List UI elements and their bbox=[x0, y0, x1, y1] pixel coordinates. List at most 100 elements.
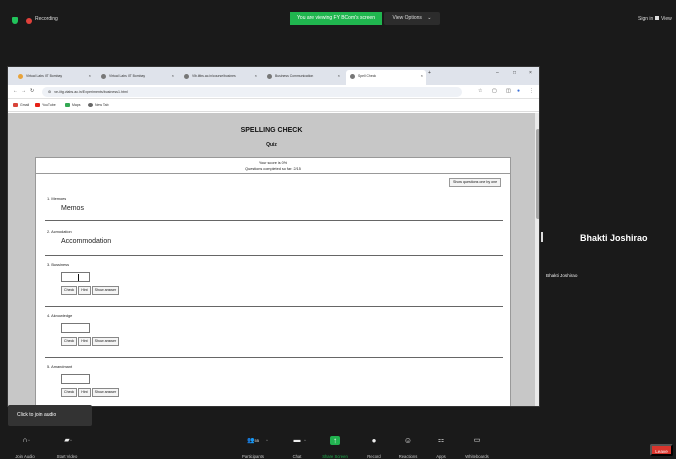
toolbar-label: Whiteboards bbox=[465, 454, 489, 459]
browser-tab[interactable]: Virtual Labs IIT Bombay × bbox=[97, 70, 177, 85]
browser-tab-active[interactable]: Spell Check × bbox=[346, 70, 426, 85]
security-shield-icon[interactable] bbox=[12, 17, 18, 24]
browser-tab[interactable]: Business Communication × bbox=[263, 70, 343, 85]
join-audio-button[interactable]: ∩ ^ Join Audio bbox=[10, 436, 40, 459]
answer-input[interactable] bbox=[61, 323, 90, 333]
chevron-up-icon[interactable]: ^ bbox=[70, 438, 72, 443]
site-info-icon[interactable]: ⚙ bbox=[48, 90, 51, 94]
extensions-icon[interactable]: ▢ bbox=[492, 88, 497, 94]
bookmarks-bar: Gmail YouTube Maps New Tab bbox=[8, 100, 539, 112]
question-word: 4. Aknowledge bbox=[47, 313, 73, 318]
back-arrow-icon[interactable]: ← bbox=[13, 88, 18, 94]
sidepanel-icon[interactable]: ◫ bbox=[506, 88, 511, 94]
quiz-panel: Your score is 0% Questions completed so … bbox=[35, 157, 511, 406]
chevron-up-icon[interactable]: ^ bbox=[304, 438, 306, 443]
answer-input[interactable] bbox=[61, 272, 90, 282]
show-one-by-one-button[interactable]: Show questions one by one bbox=[449, 178, 502, 187]
page-subtitle: Quiz bbox=[266, 142, 277, 148]
chat-button[interactable]: ▬ ^ Chat bbox=[286, 436, 308, 459]
recording-label: Recording bbox=[35, 16, 58, 22]
apps-icon: ⚏ bbox=[437, 437, 445, 444]
reload-icon[interactable]: ↻ bbox=[30, 88, 34, 94]
view-options-button[interactable]: View Options ⌄ bbox=[384, 12, 440, 25]
toolbar-label: Join Audio bbox=[15, 454, 35, 459]
question-answer: Accommodation bbox=[61, 238, 112, 245]
window-close-button[interactable]: × bbox=[529, 70, 532, 76]
check-button[interactable]: Check bbox=[61, 337, 78, 346]
question-answer: Memos bbox=[61, 205, 84, 212]
new-tab-button[interactable]: + bbox=[428, 70, 431, 76]
page-scrollbar[interactable] bbox=[535, 113, 539, 406]
reactions-button[interactable]: ☺ Reactions bbox=[395, 436, 421, 459]
bookmark-star-icon[interactable]: ☆ bbox=[478, 88, 482, 94]
tab-favicon-icon bbox=[267, 73, 272, 79]
question-buttons: Check Hint Show answer bbox=[61, 337, 120, 346]
hint-button[interactable]: Hint bbox=[78, 388, 91, 397]
minimize-button[interactable]: – bbox=[496, 70, 499, 76]
bookmark-youtube[interactable]: YouTube bbox=[35, 103, 56, 108]
tab-favicon-icon bbox=[350, 73, 355, 79]
bookmark-new-tab[interactable]: New Tab bbox=[88, 103, 109, 108]
sign-in-link[interactable]: Sign in bbox=[638, 16, 653, 22]
share-screen-button[interactable]: ↑ Share Screen bbox=[320, 436, 350, 459]
url-input[interactable]: ⚙ ve-iitg.vlabs.ac.in/Experiments/busines… bbox=[42, 87, 462, 97]
meeting-toolbar: ∩ ^ Join Audio ▰ ^ Start Video 👥55 ^ Par… bbox=[0, 432, 676, 459]
tab-close-icon[interactable]: × bbox=[172, 70, 174, 82]
tab-favicon-icon bbox=[184, 73, 189, 79]
share-screen-icon: ↑ bbox=[330, 436, 340, 445]
bookmark-label: New Tab bbox=[95, 103, 109, 107]
question-buttons: Check Hint Show answer bbox=[61, 388, 120, 397]
tab-close-icon[interactable]: × bbox=[421, 70, 423, 82]
show-answer-button[interactable]: Show answer bbox=[91, 337, 120, 346]
text-cursor-icon bbox=[78, 274, 80, 281]
forward-arrow-icon[interactable]: → bbox=[21, 88, 26, 94]
view-button[interactable]: View bbox=[655, 16, 672, 22]
question-word: 3. Bussiness bbox=[47, 262, 70, 267]
bookmark-gmail[interactable]: Gmail bbox=[13, 103, 29, 108]
record-button[interactable]: ● Record bbox=[362, 436, 386, 459]
apps-button[interactable]: ⚏ Apps bbox=[431, 436, 451, 459]
speaker-indicator bbox=[541, 232, 543, 242]
browser-menu-icon[interactable]: ⋮ bbox=[529, 88, 534, 94]
bookmark-maps[interactable]: Maps bbox=[65, 103, 81, 108]
tab-label: Virtual Labs IIT Bombay bbox=[109, 74, 146, 78]
tab-close-icon[interactable]: × bbox=[89, 70, 91, 82]
show-answer-button[interactable]: Show answer bbox=[91, 388, 120, 397]
profile-avatar-icon[interactable]: ● bbox=[517, 88, 520, 94]
hint-button[interactable]: Hint bbox=[78, 337, 91, 346]
whiteboards-button[interactable]: ▭ Whiteboards bbox=[460, 436, 494, 459]
participants-button[interactable]: 👥55 ^ Participants bbox=[236, 436, 270, 459]
question-word: 5. Amandmant bbox=[47, 364, 73, 369]
chevron-up-icon[interactable]: ^ bbox=[28, 438, 30, 443]
chevron-up-icon[interactable]: ^ bbox=[266, 438, 268, 443]
restore-button[interactable]: □ bbox=[513, 70, 516, 76]
bookmark-label: YouTube bbox=[42, 103, 56, 107]
join-audio-tooltip[interactable]: Click to join audio bbox=[8, 405, 92, 426]
participant-thumbnail-name[interactable]: Bhakti Joshirao bbox=[546, 273, 577, 278]
viewing-screen-banner: You are viewing FY BCom's screen bbox=[290, 12, 382, 25]
scrollbar-thumb[interactable] bbox=[536, 129, 539, 219]
browser-tab[interactable]: Virtual Labs IIT Bombay × bbox=[14, 70, 94, 85]
check-button[interactable]: Check bbox=[61, 388, 78, 397]
browser-tab[interactable]: Vlb.iitbs.ac.in/course/busines × bbox=[180, 70, 260, 85]
youtube-icon bbox=[35, 103, 40, 108]
shared-browser-window: Virtual Labs IIT Bombay × Virtual Labs II… bbox=[7, 66, 540, 407]
start-video-button[interactable]: ▰ ^ Start Video bbox=[52, 436, 82, 459]
leave-button[interactable]: Leave bbox=[650, 444, 673, 456]
tab-label: Virtual Labs IIT Bombay bbox=[26, 74, 63, 78]
tab-label: Vlb.iitbs.ac.in/course/busines bbox=[192, 74, 236, 78]
tab-close-icon[interactable]: × bbox=[255, 70, 257, 82]
active-speaker-name: Bhakti Joshirao bbox=[580, 233, 648, 243]
divider bbox=[45, 357, 503, 358]
tab-close-icon[interactable]: × bbox=[338, 70, 340, 82]
score-text: Your score is 0% bbox=[258, 161, 288, 165]
hint-button[interactable]: Hint bbox=[78, 286, 91, 295]
answer-input[interactable] bbox=[61, 374, 90, 384]
record-icon: ● bbox=[371, 436, 377, 445]
toolbar-label: Record bbox=[367, 454, 381, 459]
check-button[interactable]: Check bbox=[61, 286, 78, 295]
zoom-meeting-window: Recording You are viewing FY BCom's scre… bbox=[0, 0, 676, 459]
show-answer-button[interactable]: Show answer bbox=[91, 286, 120, 295]
divider bbox=[45, 306, 503, 307]
gmail-icon bbox=[13, 103, 18, 108]
